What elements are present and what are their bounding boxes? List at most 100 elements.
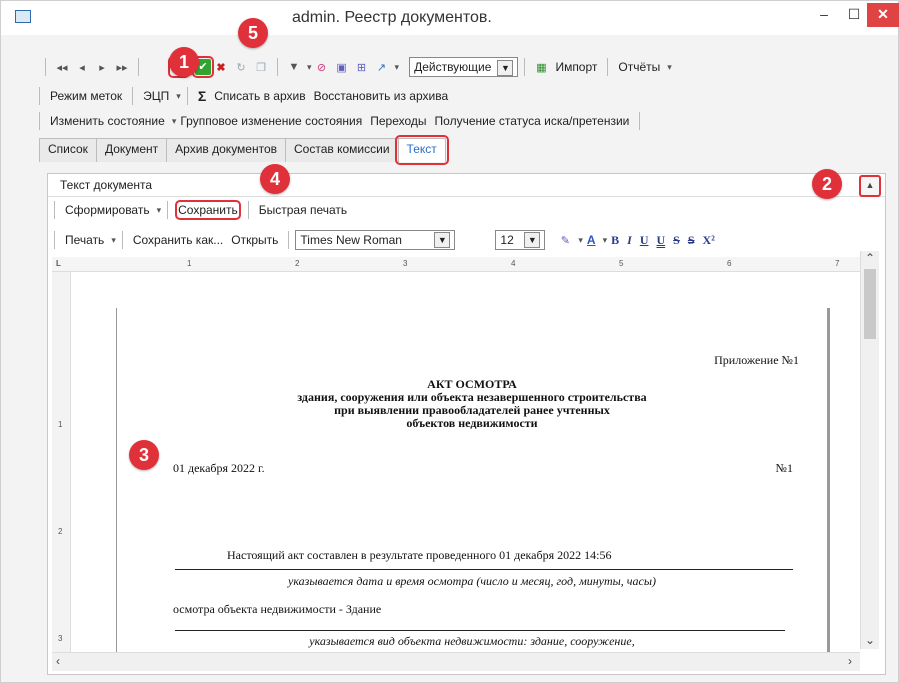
transitions-button[interactable]: Переходы	[370, 114, 426, 128]
first-record-icon[interactable]: ◂◂	[52, 61, 72, 74]
superscript-button[interactable]: X²	[703, 233, 715, 248]
act-date: 01 декабря 2022 г.	[173, 461, 265, 475]
underline-rule	[175, 630, 785, 631]
annotation-badge-2: 2	[812, 169, 842, 199]
chevron-down-icon: ▼	[497, 59, 514, 76]
tab-bar: Список Документ Архив документов Состав …	[39, 135, 449, 165]
panel-toolbar-2: Печать ▾ Сохранить как... Открыть Times N…	[54, 230, 719, 250]
strikethrough-button[interactable]: S	[673, 233, 680, 248]
toolbar-state: Изменить состояние ▾ Групповое изменение …	[39, 112, 646, 130]
document-page: Приложение №1 АКТ ОСМОТРА здания, сооруж…	[116, 308, 830, 652]
double-underline-button[interactable]: U	[656, 233, 665, 248]
tag-mode-button[interactable]: Режим меток	[50, 89, 122, 103]
scroll-down-icon[interactable]: ⌄	[865, 633, 875, 647]
prev-record-icon[interactable]: ◂	[72, 61, 92, 74]
title-bar: admin. Реестр документов. – ☐ ✕	[1, 1, 899, 35]
highlight-color-icon[interactable]: ✎	[555, 234, 575, 247]
separator	[54, 231, 55, 249]
app-window: admin. Реестр документов. – ☐ ✕ ◂◂ ◂ ▸ ▸…	[0, 0, 899, 683]
tab-text[interactable]: Текст	[394, 135, 449, 165]
tab-commission[interactable]: Состав комиссии	[285, 138, 399, 162]
separator	[288, 231, 290, 249]
archive-button[interactable]: Списать в архив	[214, 89, 305, 103]
underline-button[interactable]: U	[640, 233, 649, 248]
group-change-button[interactable]: Групповое изменение состояния	[180, 114, 362, 128]
vertical-scrollbar[interactable]: ⌃ ⌄	[860, 251, 879, 649]
import-icon: ▦	[536, 61, 547, 74]
toolbar-archive: Режим меток ЭЦП ▾ Σ Списать в архив Восст…	[39, 87, 452, 105]
tab-document[interactable]: Документ	[95, 138, 168, 162]
sigma-icon[interactable]: Σ	[198, 88, 206, 104]
ecp-button[interactable]: ЭЦП	[143, 89, 169, 103]
separator	[132, 87, 134, 105]
clear-filter-icon[interactable]: ⊘	[312, 61, 332, 74]
annotation-badge-5: 5	[238, 18, 268, 48]
filter-icon[interactable]: ▼	[284, 61, 304, 73]
separator	[138, 58, 139, 76]
separator	[186, 87, 188, 105]
scroll-thumb[interactable]	[864, 269, 876, 339]
restore-button[interactable]: Восстановить из архива	[314, 89, 449, 103]
next-record-icon[interactable]: ▸	[92, 61, 112, 74]
minimize-button[interactable]: –	[809, 3, 839, 27]
bold-button[interactable]: B	[611, 233, 619, 248]
object-hint: указывается вид объекта недвижимости: зд…	[309, 634, 635, 648]
italic-button[interactable]: I	[627, 233, 632, 248]
maximize-button[interactable]: ☐	[839, 3, 869, 27]
font-family-select[interactable]: Times New Roman ▼	[295, 230, 456, 250]
app-icon	[15, 10, 31, 23]
expand-icon[interactable]: ⊞	[352, 61, 372, 74]
refresh-icon[interactable]: ↻	[231, 61, 251, 74]
double-strikethrough-button[interactable]: S	[688, 233, 695, 248]
vertical-ruler: 1 2 3	[52, 272, 71, 652]
window-title: admin. Реестр документов.	[292, 9, 492, 26]
document-text-panel: Текст документа ▲ Сформировать ▾ Сохранит…	[47, 173, 886, 675]
font-size-select[interactable]: 12 ▼	[495, 230, 546, 250]
font-color-button[interactable]: A	[587, 233, 596, 247]
save-as-button[interactable]: Сохранить как...	[133, 233, 223, 247]
tab-list[interactable]: Список	[39, 138, 97, 162]
export-arrow-icon[interactable]: ↗	[372, 61, 392, 74]
select-icon[interactable]: ▣	[332, 61, 352, 74]
chevron-down-icon: ▼	[434, 232, 451, 248]
last-record-icon[interactable]: ▸▸	[112, 61, 132, 74]
reports-button[interactable]: Отчёты	[618, 60, 660, 74]
panel-toolbar-1: Сформировать ▾ Сохранить Быстрая печать	[54, 200, 351, 220]
open-button[interactable]: Открыть	[231, 233, 278, 247]
scroll-up-icon[interactable]: ⌃	[865, 251, 875, 265]
import-button[interactable]: Импорт	[555, 60, 597, 74]
close-window-button[interactable]: ✕	[867, 3, 899, 27]
act-intro-text: Настоящий акт составлен в результате про…	[227, 548, 612, 562]
cancel-x-icon[interactable]: ✖	[211, 61, 231, 74]
get-status-button[interactable]: Получение статуса иска/претензии	[435, 114, 630, 128]
separator	[277, 58, 278, 76]
status-filter-select[interactable]: Действующие ▼	[409, 57, 519, 77]
separator	[45, 58, 46, 76]
tab-archive[interactable]: Архив документов	[166, 138, 287, 162]
annotation-badge-3: 3	[129, 440, 159, 470]
separator	[247, 201, 249, 219]
toolbar-navigation: ◂◂ ◂ ▸ ▸▸ ▲ ✔ ✖ ↻ ❐ ▼▾ ⊘ ▣ ⊞ ↗▾ Действую…	[39, 56, 672, 78]
document-editor[interactable]: Приложение №1 АКТ ОСМОТРА здания, сооруж…	[72, 272, 858, 652]
separator	[607, 58, 609, 76]
date-hint: указывается дата и время осмотра (число …	[288, 574, 656, 588]
scroll-left-icon[interactable]: ‹	[56, 654, 60, 668]
annotation-badge-1: 1	[169, 47, 199, 77]
separator	[524, 58, 526, 76]
change-state-button[interactable]: Изменить состояние	[50, 114, 165, 128]
quick-print-button[interactable]: Быстрая печать	[259, 203, 347, 217]
act-heading: АКТ ОСМОТРА здания, сооружения или объек…	[297, 377, 647, 430]
scroll-right-icon[interactable]: ›	[848, 654, 852, 668]
horizontal-ruler: L 1 2 3 4 5 6 7	[52, 257, 860, 272]
form-button[interactable]: Сформировать	[65, 203, 150, 217]
copy-icon[interactable]: ❐	[251, 61, 271, 74]
horizontal-scrollbar[interactable]: ‹ ›	[52, 652, 860, 671]
collapse-panel-icon[interactable]: ▲	[859, 175, 881, 197]
save-button[interactable]: Сохранить	[175, 200, 241, 220]
chevron-down-icon: ▼	[524, 232, 541, 248]
separator	[639, 112, 641, 130]
separator	[39, 87, 40, 105]
annotation-badge-4: 4	[260, 164, 290, 194]
print-button[interactable]: Печать	[65, 233, 104, 247]
separator	[121, 231, 123, 249]
